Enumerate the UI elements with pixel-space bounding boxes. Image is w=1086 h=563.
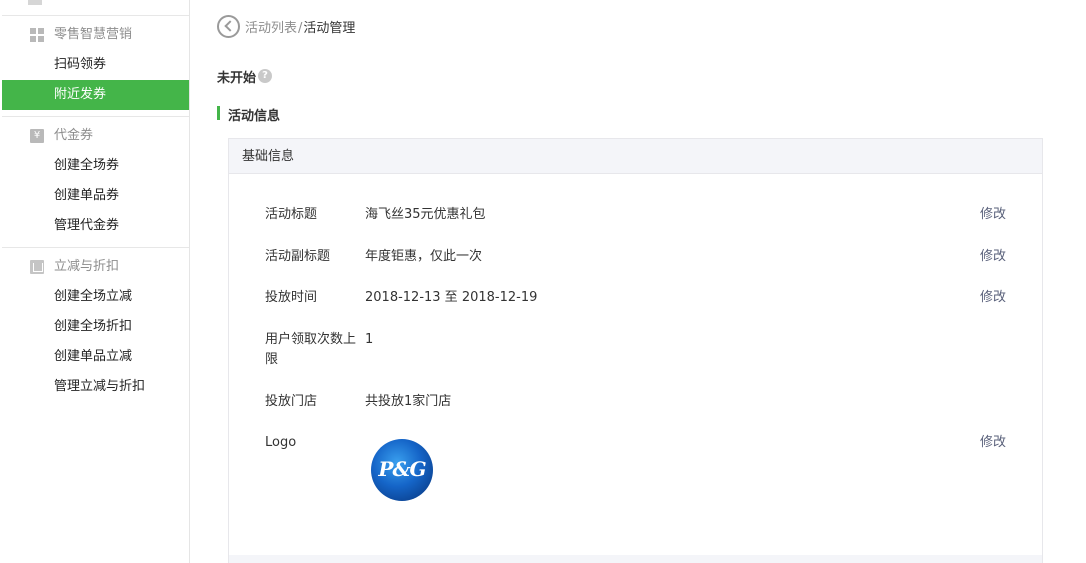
basic-info-panel: 基础信息 活动标题 海飞丝35元优惠礼包 修改 活动副标题 年度钜惠，仅此一次 …	[228, 138, 1043, 563]
row-label: 投放门店	[265, 394, 318, 409]
row-label: 投放时间	[265, 290, 318, 305]
breadcrumb: 活动列表/活动管理	[245, 17, 355, 36]
row-label: 活动标题	[265, 207, 318, 222]
sidebar-item-manage-voucher[interactable]: 管理代金券	[2, 211, 189, 241]
breadcrumb-activity-list[interactable]: 活动列表	[245, 21, 297, 36]
row-value: 年度钜惠，仅此一次	[365, 249, 483, 264]
yen-icon: ¥	[30, 129, 44, 143]
row-label: Logo	[265, 435, 297, 450]
panel-footer	[229, 555, 1042, 563]
sidebar-group-voucher: ¥ 代金券 创建全场券 创建单品券 管理代金券	[2, 116, 189, 241]
sidebar-item-manage-reduction-discount[interactable]: 管理立减与折扣	[2, 372, 189, 402]
sidebar-group-retail-marketing: 零售智慧营销 扫码领券 附近发券	[2, 20, 189, 110]
sidebar-item-create-store-discount[interactable]: 创建全场折扣	[2, 312, 189, 342]
row-value: 1	[365, 332, 374, 347]
row-label: 活动副标题	[265, 249, 331, 264]
section-accent-bar	[217, 106, 220, 120]
grid-icon	[30, 28, 44, 42]
logo-text: P&G	[378, 457, 426, 481]
back-arrow-icon[interactable]	[217, 15, 240, 38]
row-value: 2018-12-13 至 2018-12-19	[365, 290, 538, 305]
activity-status: 未开始	[217, 71, 257, 86]
sidebar-group-discount: 立减与折扣 创建全场立减 创建全场折扣 创建单品立减 管理立减与折扣	[2, 247, 189, 402]
section-title: 活动信息	[228, 109, 281, 124]
sidebar-divider	[2, 15, 189, 16]
panel-header: 基础信息	[229, 139, 1042, 174]
sidebar-group-header: ¥ 代金券	[2, 121, 189, 151]
edit-logo-link[interactable]: 修改	[980, 433, 1006, 453]
sidebar-nav: 零售智慧营销 扫码领券 附近发券 ¥ 代金券 创建全场券 创建单品券 管理代金券…	[2, 0, 190, 563]
edit-subtitle-link[interactable]: 修改	[980, 247, 1006, 267]
edit-period-link[interactable]: 修改	[980, 288, 1006, 308]
sidebar-item-create-product-reduction[interactable]: 创建单品立减	[2, 342, 189, 372]
sidebar-item-scan-coupon[interactable]: 扫码领券	[2, 50, 189, 80]
sidebar-item-create-store-voucher[interactable]: 创建全场券	[2, 151, 189, 181]
sidebar-group-title: 立减与折扣	[54, 259, 120, 274]
sidebar-item-create-store-reduction[interactable]: 创建全场立减	[2, 282, 189, 312]
sidebar-group-header: 零售智慧营销	[2, 20, 189, 50]
sidebar-group-title: 零售智慧营销	[54, 27, 133, 42]
row-label: 用户领取次数上限	[265, 332, 357, 367]
sidebar-divider	[2, 116, 189, 117]
discount-icon	[30, 260, 44, 274]
sidebar-item-create-product-voucher[interactable]: 创建单品券	[2, 181, 189, 211]
sidebar-divider	[2, 247, 189, 248]
sidebar-group-title: 代金券	[54, 128, 94, 143]
sidebar-group-header: 立减与折扣	[2, 252, 189, 282]
brand-logo: P&G	[371, 439, 433, 501]
collapsed-menu-icon	[28, 0, 42, 5]
sidebar-item-nearby-coupon[interactable]: 附近发券	[2, 80, 189, 110]
edit-title-link[interactable]: 修改	[980, 205, 1006, 225]
help-icon[interactable]: ?	[258, 69, 272, 83]
breadcrumb-current: 活动管理	[303, 21, 356, 36]
breadcrumb-separator: /	[298, 21, 303, 36]
row-value: 共投放1家门店	[365, 394, 452, 409]
row-value: 海飞丝35元优惠礼包	[365, 207, 486, 222]
